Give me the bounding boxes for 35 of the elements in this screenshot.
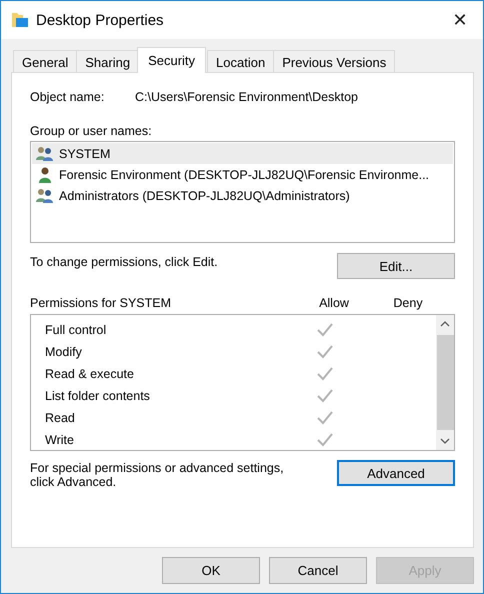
permission-name: List folder contents <box>45 389 151 403</box>
close-button[interactable]: ✕ <box>437 1 483 39</box>
tab[interactable]: Previous Versions <box>273 50 396 73</box>
object-name-value: C:\Users\Forensic Environment\Desktop <box>135 90 358 104</box>
tab[interactable]: Sharing <box>76 50 140 73</box>
user-list-item[interactable]: Forensic Environment (DESKTOP-JLJ82UQ\Forensic Environme... <box>32 164 453 185</box>
permission-name: Write <box>45 433 75 447</box>
dialog-button[interactable]: OK <box>162 557 260 584</box>
permission-name: Modify <box>45 345 83 359</box>
tab[interactable]: General <box>13 50 78 73</box>
permissions-label: Permissions for SYSTEM <box>30 296 172 310</box>
object-name-label: Object name: <box>30 90 106 104</box>
user-list-item[interactable]: Administrators (DESKTOP-JLJ82UQ\Administrators) <box>32 185 453 206</box>
edit-hint: To change permissions, click Edit. <box>30 255 218 269</box>
edit-button[interactable]: Edit... <box>337 253 455 279</box>
deny-header: Deny <box>392 296 424 310</box>
user-list-item[interactable]: SYSTEM <box>32 143 453 164</box>
permission-name: Full control <box>45 323 108 337</box>
dialog-button[interactable]: Cancel <box>269 557 367 584</box>
folder-icon <box>11 12 29 28</box>
scroll-down-icon[interactable] <box>440 438 450 444</box>
scrollbar[interactable] <box>436 315 454 450</box>
permission-name: Read & execute <box>45 367 135 381</box>
users-icon <box>36 188 54 204</box>
group-label: Group or user names: <box>30 124 153 138</box>
scroll-up-icon[interactable] <box>440 321 450 327</box>
advanced-button[interactable]: Advanced <box>337 460 455 486</box>
advanced-hint: For special permissions or advanced settings, click Advanced. <box>30 461 285 489</box>
tab[interactable]: Location <box>207 50 274 73</box>
users-icon <box>36 146 54 162</box>
permission-name: Read <box>45 411 76 425</box>
window-title: Desktop Properties <box>36 12 165 28</box>
tab[interactable]: Security <box>137 47 206 73</box>
user-icon <box>36 166 54 182</box>
allow-header: Allow <box>318 296 350 310</box>
